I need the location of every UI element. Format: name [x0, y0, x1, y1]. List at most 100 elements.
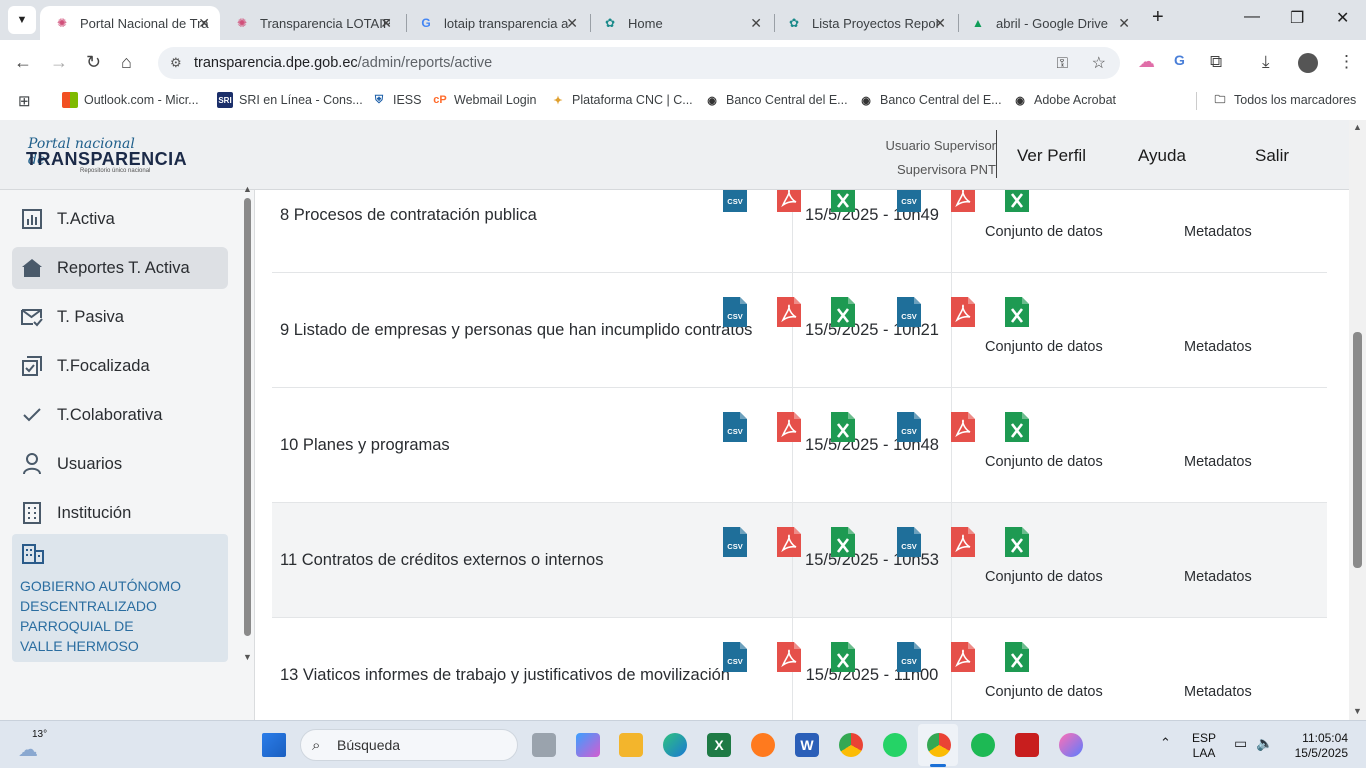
sidebar-item-reportes-t-activa[interactable]: Reportes T. Activa — [12, 247, 228, 289]
dataset-pdf-download-icon[interactable] — [777, 527, 801, 557]
bookmark-adobe-acrobat[interactable]: ◉ Adobe Acrobat — [1012, 92, 1116, 108]
dataset-xlsx-download-icon[interactable] — [831, 642, 855, 672]
reload-icon[interactable]: ↻ — [86, 52, 101, 73]
close-icon[interactable]: ✕ — [380, 15, 392, 32]
dataset-csv-download-icon[interactable]: CSV — [723, 297, 747, 327]
metadata-csv-download-icon[interactable]: CSV — [897, 642, 921, 672]
bookmark-banco-central-2[interactable]: ◉ Banco Central del E... — [858, 92, 1001, 108]
metadata-pdf-download-icon[interactable] — [951, 412, 975, 442]
close-icon[interactable]: ✕ — [566, 15, 578, 32]
metadata-xlsx-download-icon[interactable] — [1005, 190, 1029, 212]
app-icon[interactable] — [1059, 733, 1083, 757]
metadata-pdf-download-icon[interactable] — [951, 642, 975, 672]
metadata-csv-download-icon[interactable]: CSV — [897, 190, 921, 212]
sidebar-item-t-pasiva[interactable]: T. Pasiva — [12, 296, 228, 338]
taskbar-search[interactable]: ⌕ Búsqueda — [300, 729, 518, 761]
start-icon[interactable] — [262, 733, 286, 757]
site-info-icon[interactable]: ⚙ — [170, 55, 182, 71]
dataset-pdf-download-icon[interactable] — [777, 642, 801, 672]
dataset-xlsx-download-icon[interactable] — [831, 297, 855, 327]
translate-icon[interactable]: G — [1174, 52, 1185, 68]
tab-home[interactable]: ✿ Home ✕ — [592, 6, 772, 40]
dataset-csv-download-icon[interactable]: CSV — [723, 527, 747, 557]
task-view-icon[interactable] — [532, 733, 556, 757]
bookmark-webmail[interactable]: cP Webmail Login — [432, 92, 536, 108]
copilot-icon[interactable] — [576, 733, 600, 757]
sidebar-item-institucion[interactable]: Institución — [12, 492, 228, 534]
clock[interactable]: 11:05:04 15/5/2025 — [1288, 731, 1348, 761]
bookmark-banco-central-1[interactable]: ◉ Banco Central del E... — [704, 92, 847, 108]
dataset-pdf-download-icon[interactable] — [777, 412, 801, 442]
tab-transparencia-lotaip[interactable]: ✺ Transparencia LOTAIP ✕ — [222, 6, 402, 40]
word-icon[interactable]: W — [795, 733, 819, 757]
bookmark-star-icon[interactable]: ☆ — [1092, 53, 1106, 73]
dataset-xlsx-download-icon[interactable] — [831, 190, 855, 212]
tray-chevron-icon[interactable]: ⌃ — [1160, 735, 1171, 751]
whatsapp-icon[interactable] — [883, 733, 907, 757]
file-explorer-icon[interactable] — [619, 733, 643, 757]
sidebar-item-t-activa[interactable]: T.Activa — [12, 198, 228, 240]
metadata-csv-download-icon[interactable]: CSV — [897, 412, 921, 442]
ayuda-link[interactable]: Ayuda — [1138, 146, 1186, 166]
address-bar[interactable]: ⚙ transparencia.dpe.gob.ec/admin/reports… — [158, 47, 1120, 79]
edge-icon[interactable] — [663, 733, 687, 757]
close-icon[interactable]: ✕ — [750, 15, 762, 32]
firefox-icon[interactable] — [751, 733, 775, 757]
salir-link[interactable]: Salir — [1255, 146, 1289, 166]
ver-perfil-link[interactable]: Ver Perfil — [1017, 146, 1086, 166]
chrome-icon[interactable] — [839, 733, 863, 757]
metadata-pdf-download-icon[interactable] — [951, 297, 975, 327]
sidebar-item-usuarios[interactable]: Usuarios — [12, 443, 228, 485]
spotify-icon[interactable] — [971, 733, 995, 757]
tab-google-drive[interactable]: ▲ abril - Google Drive ✕ — [960, 6, 1140, 40]
metadata-csv-download-icon[interactable]: CSV — [897, 527, 921, 557]
sidebar-item-t-focalizada[interactable]: T.Focalizada — [12, 345, 228, 387]
dataset-xlsx-download-icon[interactable] — [831, 527, 855, 557]
download-icon[interactable]: ⤓ — [1262, 52, 1270, 72]
language-indicator[interactable]: ESP LAA — [1192, 731, 1216, 761]
dataset-csv-download-icon[interactable]: CSV — [723, 642, 747, 672]
tab-search-icon[interactable]: ▼ — [8, 6, 36, 34]
portal-logo[interactable]: Portal nacional de TRANSPARENCIA Reposit… — [24, 136, 187, 176]
metadata-pdf-download-icon[interactable] — [951, 190, 975, 212]
apps-grid-icon[interactable]: ⊞ — [18, 92, 31, 110]
bookmark-sri[interactable]: SRI SRI en Línea - Cons... — [217, 92, 363, 108]
key-icon[interactable]: ⚿ — [1057, 55, 1068, 72]
weather-icon[interactable]: ☁ — [18, 737, 38, 762]
bookmark-cnc[interactable]: ✦ Plataforma CNC | C... — [550, 92, 692, 108]
dataset-pdf-download-icon[interactable] — [777, 297, 801, 327]
acrobat-icon[interactable] — [1015, 733, 1039, 757]
page-scrollbar[interactable]: ▲ ▼ — [1349, 120, 1366, 720]
dataset-pdf-download-icon[interactable] — [777, 190, 801, 212]
dataset-csv-download-icon[interactable]: CSV — [723, 412, 747, 442]
minimize-icon[interactable]: — — [1244, 8, 1260, 26]
forward-icon[interactable]: → — [50, 52, 68, 73]
metadata-pdf-download-icon[interactable] — [951, 527, 975, 557]
sidebar-item-t-colaborativa[interactable]: T.Colaborativa — [12, 394, 228, 436]
window-close-icon[interactable]: ✕ — [1336, 8, 1349, 28]
chrome-active-icon[interactable] — [927, 733, 951, 757]
bookmark-outlook[interactable]: Outlook.com - Micr... — [62, 92, 199, 108]
excel-icon[interactable]: X — [707, 733, 731, 757]
network-icon[interactable]: ▭ — [1234, 735, 1247, 752]
close-icon[interactable]: ✕ — [1118, 15, 1130, 32]
dataset-csv-download-icon[interactable]: CSV — [723, 190, 747, 212]
volume-icon[interactable]: 🔈 — [1256, 735, 1273, 752]
tab-lista-proyectos[interactable]: ✿ Lista Proyectos Repor ✕ — [776, 6, 956, 40]
profile-avatar-icon[interactable] — [1298, 53, 1318, 73]
all-bookmarks-folder[interactable]: 🗀 Todos los marcadores — [1212, 92, 1357, 108]
metadata-xlsx-download-icon[interactable] — [1005, 527, 1029, 557]
dataset-xlsx-download-icon[interactable] — [831, 412, 855, 442]
weather-extension-icon[interactable]: ☁ — [1138, 52, 1155, 72]
menu-kebab-icon[interactable]: ⋮ — [1338, 52, 1355, 72]
new-tab-icon[interactable]: + — [1152, 6, 1164, 29]
metadata-xlsx-download-icon[interactable] — [1005, 642, 1029, 672]
metadata-xlsx-download-icon[interactable] — [1005, 412, 1029, 442]
close-icon[interactable]: ✕ — [198, 15, 210, 32]
metadata-csv-download-icon[interactable]: CSV — [897, 297, 921, 327]
home-icon[interactable]: ⌂ — [121, 52, 132, 73]
bookmark-iess[interactable]: ⛨ IESS — [371, 92, 422, 108]
back-icon[interactable]: ← — [14, 52, 32, 73]
metadata-xlsx-download-icon[interactable] — [1005, 297, 1029, 327]
tab-portal-nacional[interactable]: ✺ Portal Nacional de Tra ✕ — [40, 6, 220, 40]
